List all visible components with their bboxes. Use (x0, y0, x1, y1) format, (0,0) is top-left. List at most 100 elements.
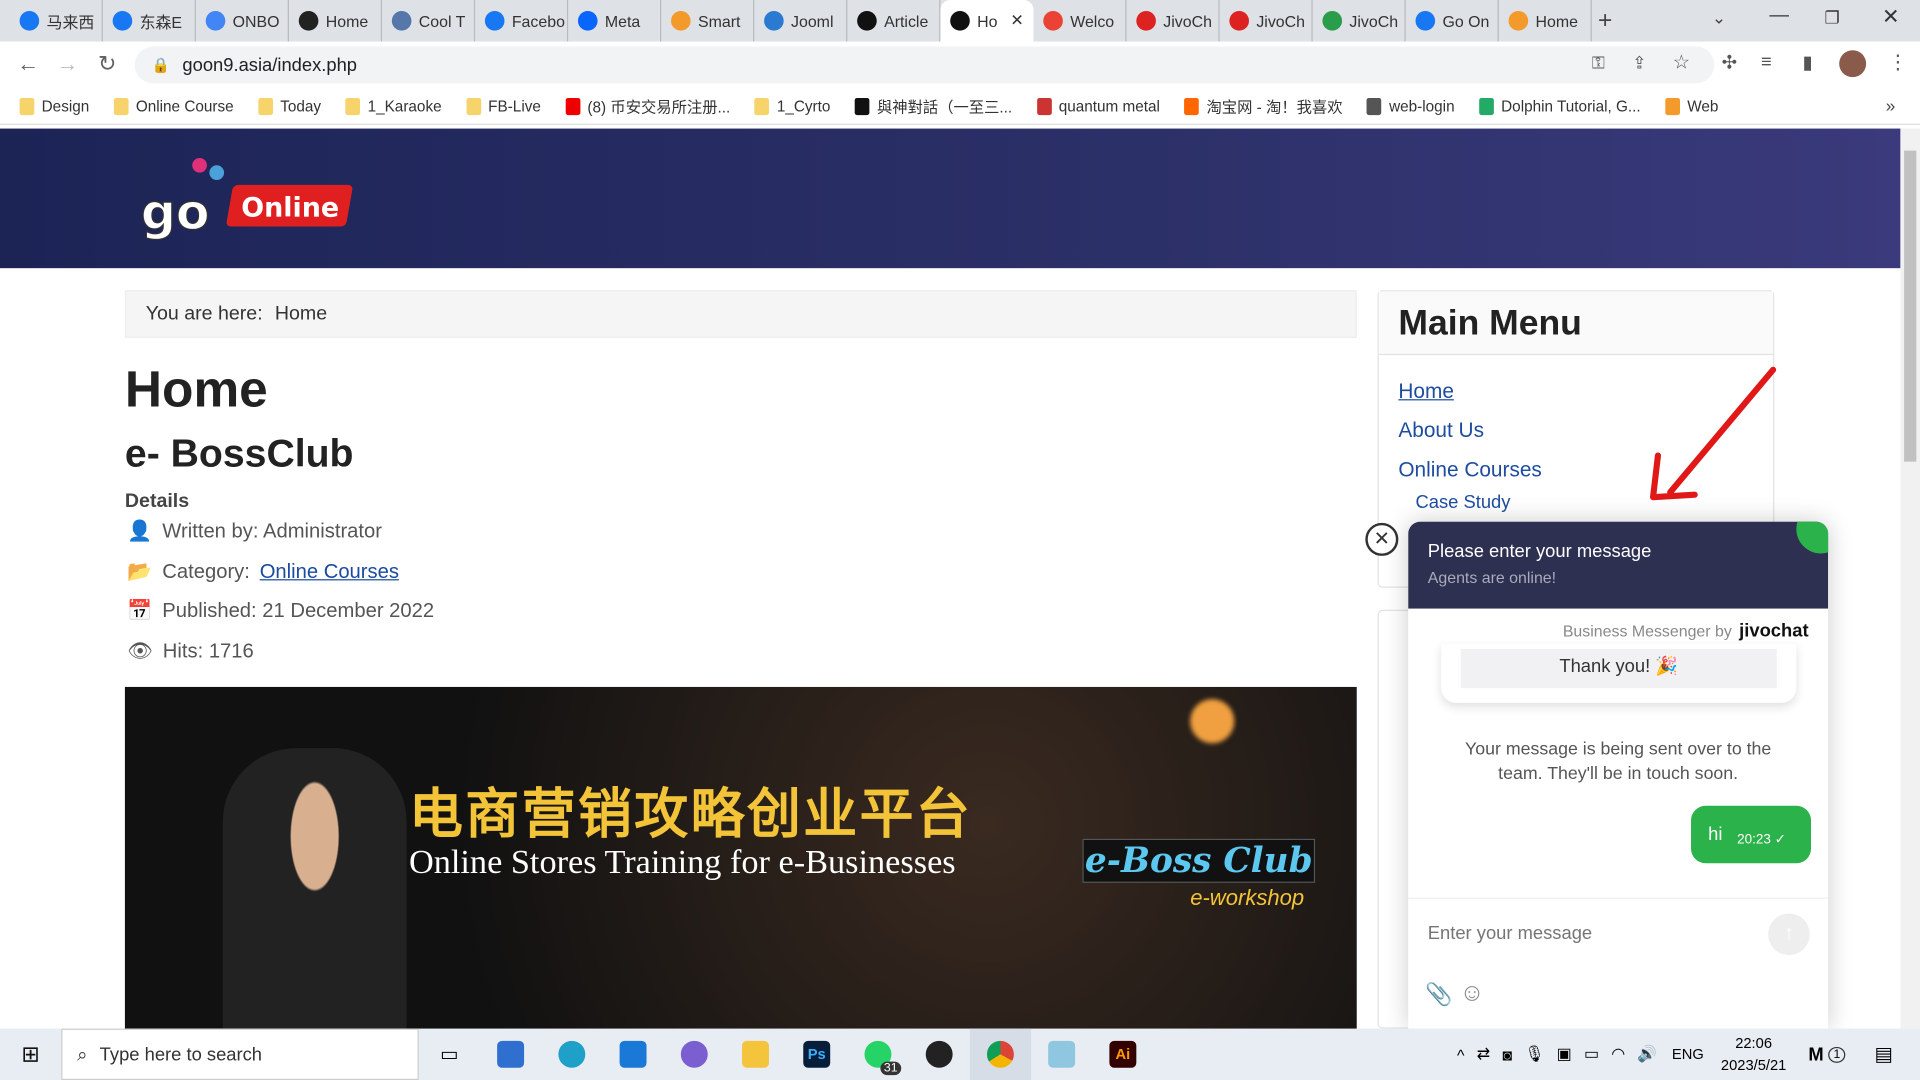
site-logo[interactable]: go Online (140, 153, 355, 242)
browser-tab[interactable]: Home (289, 0, 383, 42)
app-icon[interactable] (1031, 1029, 1092, 1080)
bookmark-item[interactable]: 1_Karaoke (345, 97, 442, 115)
menu-icon[interactable]: ⋮ (1888, 50, 1908, 74)
photoshop-icon[interactable]: Ps (786, 1029, 847, 1080)
url-field[interactable]: 🔒 goon9.asia/index.php (134, 46, 1715, 84)
bookmark-item[interactable]: 與神對話（一至三... (854, 94, 1012, 117)
taobao-icon (1184, 97, 1200, 115)
close-window-button[interactable]: ✕ (1882, 5, 1899, 29)
attach-icon[interactable]: 📎 (1425, 982, 1452, 1008)
reload-button[interactable]: ↻ (98, 51, 116, 77)
browser-tab[interactable]: Article (847, 0, 941, 42)
profile-avatar[interactable] (1839, 50, 1867, 78)
chat-message-input[interactable] (1427, 915, 1759, 951)
more-bookmarks-button[interactable]: » (1886, 96, 1896, 116)
joomla-icon (1508, 11, 1529, 31)
tray-app-icon[interactable]: M (1808, 1044, 1823, 1065)
minimize-button[interactable]: — (1769, 5, 1789, 27)
browser-tab[interactable]: Jooml (754, 0, 848, 42)
browser-tab[interactable]: JivoCh (1220, 0, 1313, 42)
network-adapter-icon[interactable]: ⇄ (1477, 1044, 1490, 1064)
browser-tab[interactable]: Smart (661, 0, 755, 42)
bookmark-item[interactable]: FB-Live (466, 97, 541, 115)
browser-tab[interactable]: Ho ✕ (940, 0, 1034, 42)
bookmark-item[interactable]: quantum metal (1036, 97, 1160, 115)
bookmark-item[interactable]: Web (1665, 97, 1718, 115)
user-icon: 👤 (127, 520, 153, 543)
joomla-icon (671, 11, 691, 31)
start-button[interactable]: ⊞ (0, 1029, 61, 1080)
chrome-icon[interactable] (969, 1028, 1032, 1080)
globe-icon (1367, 97, 1382, 115)
back-button[interactable]: ← (17, 51, 39, 77)
article-banner-image: 电商营销攻略创业平台 Online Stores Training for e-… (124, 686, 1357, 1030)
task-view-icon[interactable]: ▭ (419, 1029, 480, 1080)
facebook-icon (484, 11, 505, 31)
browser-tab[interactable]: Facebo (475, 0, 569, 42)
gmail-icon (1043, 11, 1063, 31)
emoji-icon[interactable]: ☺ (1460, 980, 1485, 1008)
bookmark-item[interactable]: web-login (1367, 97, 1455, 115)
tab-title: Meta (604, 11, 641, 31)
forward-button[interactable]: → (56, 51, 78, 77)
obs-icon[interactable] (909, 1029, 970, 1080)
bookmark-item[interactable]: Today (258, 97, 321, 115)
battery-icon[interactable]: ▭ (1584, 1044, 1599, 1064)
camera-icon[interactable]: ◙ (1502, 1045, 1512, 1063)
tab-title: Smart (697, 11, 741, 31)
new-tab-button[interactable]: + (1598, 7, 1612, 35)
store-icon[interactable] (480, 1029, 541, 1080)
language-indicator[interactable]: ENG (1672, 1046, 1704, 1063)
browser-tab[interactable]: Go On (1406, 0, 1499, 42)
restore-button[interactable]: ❐ (1824, 7, 1839, 28)
whatsapp-icon[interactable]: 31 (847, 1029, 908, 1080)
clock[interactable]: 22:06 2023/5/21 (1721, 1032, 1786, 1076)
bookmark-item[interactable]: 淘宝网 - 淘！我喜欢 (1184, 94, 1343, 117)
file-explorer-icon[interactable] (725, 1029, 786, 1080)
category-link[interactable]: Online Courses (260, 561, 399, 584)
wifi-icon[interactable]: ◠ (1611, 1044, 1625, 1064)
tab-title: 东森E (139, 12, 183, 32)
banner-subtitle: e-workshop (1190, 885, 1305, 910)
meta-icon (577, 11, 598, 31)
bookmark-item[interactable]: Online Course (113, 97, 234, 115)
browser-tab[interactable]: JivoCh (1127, 0, 1220, 42)
send-button[interactable]: ↑ (1768, 913, 1810, 956)
bookmark-item[interactable]: Dolphin Tutorial, G... (1479, 97, 1641, 115)
browser-tab[interactable]: Home (1499, 0, 1592, 42)
display-icon[interactable]: ▣ (1557, 1044, 1572, 1064)
scrollbar-thumb[interactable] (1904, 150, 1917, 462)
share-icon[interactable]: ⇪ (1632, 53, 1646, 74)
illustrator-icon[interactable]: Ai (1092, 1029, 1153, 1080)
mail-icon[interactable] (602, 1029, 663, 1080)
microphone-icon[interactable]: 🎙 (1524, 1044, 1544, 1064)
youtube-icon (565, 97, 581, 115)
edge-icon[interactable] (541, 1029, 602, 1080)
bookmark-item[interactable]: (8) 币安交易所注册... (565, 94, 730, 117)
notifications-icon[interactable]: ▤ (1875, 1042, 1894, 1066)
chat-close-button[interactable]: ✕ (1365, 522, 1399, 556)
browser-tab[interactable]: Cool T (382, 0, 476, 42)
bookmark-item[interactable]: Design (19, 97, 89, 115)
browser-tab[interactable]: 马来西 (10, 0, 103, 42)
side-panel-icon[interactable]: ▮ (1802, 51, 1812, 74)
close-tab-icon[interactable]: ✕ (1010, 11, 1023, 31)
browser-tab[interactable]: Welco (1033, 0, 1127, 42)
browser-tab[interactable]: JivoCh (1313, 0, 1406, 42)
page-scrollbar[interactable] (1900, 128, 1920, 1029)
extensions-icon[interactable]: ✣ (1722, 51, 1737, 74)
show-hidden-icons[interactable]: ^ (1457, 1045, 1464, 1063)
browser-tab[interactable]: ONBO (196, 0, 289, 42)
reading-list-icon[interactable]: ≡ (1761, 51, 1772, 72)
browser-tab[interactable]: Meta (568, 0, 662, 42)
taskbar-search[interactable]: ⌕ Type here to search (61, 1028, 419, 1080)
tab-search-icon[interactable]: ⌄ (1712, 7, 1726, 28)
teams-icon[interactable] (664, 1029, 725, 1080)
volume-icon[interactable]: 🔊 (1637, 1044, 1657, 1064)
bookmark-star-icon[interactable]: ☆ (1673, 50, 1691, 74)
browser-tab[interactable]: 东森E (103, 0, 196, 42)
bookmark-item[interactable]: 1_Cyrto (754, 97, 830, 115)
key-icon[interactable]: ⚿ (1592, 53, 1605, 74)
main-menu-title: Main Menu (1378, 291, 1774, 356)
jivochat-logo[interactable]: jivochat (1739, 621, 1808, 642)
